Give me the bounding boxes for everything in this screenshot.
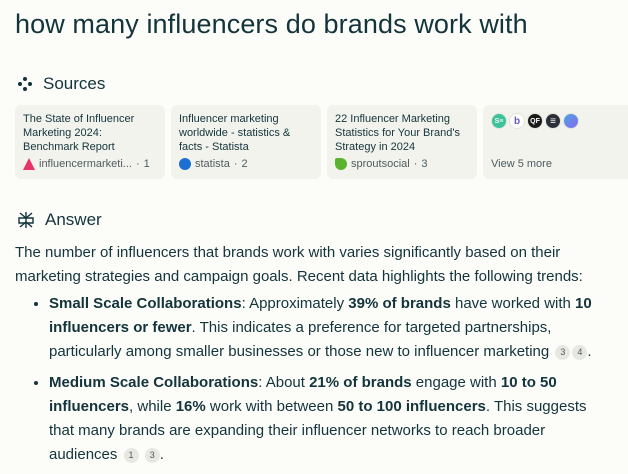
source-card-1[interactable]: The State of Influencer Marketing 2024: … xyxy=(15,105,165,179)
answer-body: The number of influencers that brands wo… xyxy=(15,241,615,474)
source-sep: · xyxy=(233,158,238,170)
source-card-title: The State of Influencer Marketing 2024: … xyxy=(23,113,135,153)
bullet-text: have worked with xyxy=(450,295,576,312)
source-card-title: 22 Influencer Marketing Statistics for Y… xyxy=(335,113,460,153)
influencermarketinghub-favicon-icon xyxy=(23,158,35,170)
bullet-text: work with between xyxy=(205,398,338,415)
source-site: sproutsocial xyxy=(351,158,410,170)
bullet-text: engage with xyxy=(411,374,501,391)
list-item: Medium Scale Collaborations: About 21% o… xyxy=(49,371,615,467)
source-site: statista xyxy=(195,158,230,170)
bullet-heading: Medium Scale Collaborations xyxy=(49,374,259,391)
bullet-bold: 21% of brands xyxy=(309,374,412,391)
source-favicon-icon xyxy=(563,113,579,129)
bullet-text: : Approximately xyxy=(241,295,349,312)
statista-favicon-icon xyxy=(179,158,191,170)
source-site: influencermarketi... xyxy=(39,158,132,170)
source-card-title: Influencer marketing worldwide - statist… xyxy=(179,113,291,153)
citation-badge[interactable]: 4 xyxy=(572,344,588,360)
citation-badge[interactable]: 3 xyxy=(144,447,160,463)
bullet-text: : About xyxy=(258,374,310,391)
sproutsocial-favicon-icon xyxy=(335,158,347,170)
source-favicon-icon: ≡ xyxy=(545,113,561,129)
source-cards: The State of Influencer Marketing 2024: … xyxy=(15,105,628,179)
answer-heading: Answer xyxy=(17,210,102,230)
answer-intro: The number of influencers that brands wo… xyxy=(15,244,583,285)
source-number: 3 xyxy=(421,158,428,170)
bullet-bold: 39% of brands xyxy=(348,295,451,312)
bullet-heading: Small Scale Collaborations xyxy=(49,295,242,312)
sources-icon xyxy=(17,76,33,92)
bullet-text: , while xyxy=(129,398,176,415)
answer-logo-icon xyxy=(17,211,35,229)
answer-list: Small Scale Collaborations: Approximatel… xyxy=(15,292,615,467)
sources-heading-label: Sources xyxy=(43,74,106,93)
view-more-link[interactable]: View 5 more xyxy=(491,158,552,170)
citation-badge[interactable]: 1 xyxy=(123,447,139,463)
sources-heading: Sources xyxy=(17,74,105,94)
source-number: 1 xyxy=(143,158,150,170)
citation-badge[interactable]: 3 xyxy=(555,344,571,360)
source-favicon-icon: S≡ xyxy=(491,113,507,129)
bullet-bold: 50 to 100 influencers xyxy=(337,398,486,415)
more-sources-icons: S≡ b QF ≡ xyxy=(491,113,625,129)
source-favicon-icon: b xyxy=(509,113,525,129)
view-more-card[interactable]: S≡ b QF ≡ View 5 more xyxy=(483,105,628,179)
source-number: 2 xyxy=(241,158,248,170)
source-card-3[interactable]: 22 Influencer Marketing Statistics for Y… xyxy=(327,105,477,179)
answer-heading-label: Answer xyxy=(45,210,102,229)
source-sep: · xyxy=(135,158,140,170)
bullet-bold: 16% xyxy=(175,398,206,415)
list-item: Small Scale Collaborations: Approximatel… xyxy=(49,292,615,364)
source-sep: · xyxy=(413,158,418,170)
query-title: how many influencers do brands work with xyxy=(15,9,528,39)
source-card-2[interactable]: Influencer marketing worldwide - statist… xyxy=(171,105,321,179)
source-favicon-icon: QF xyxy=(527,113,543,129)
